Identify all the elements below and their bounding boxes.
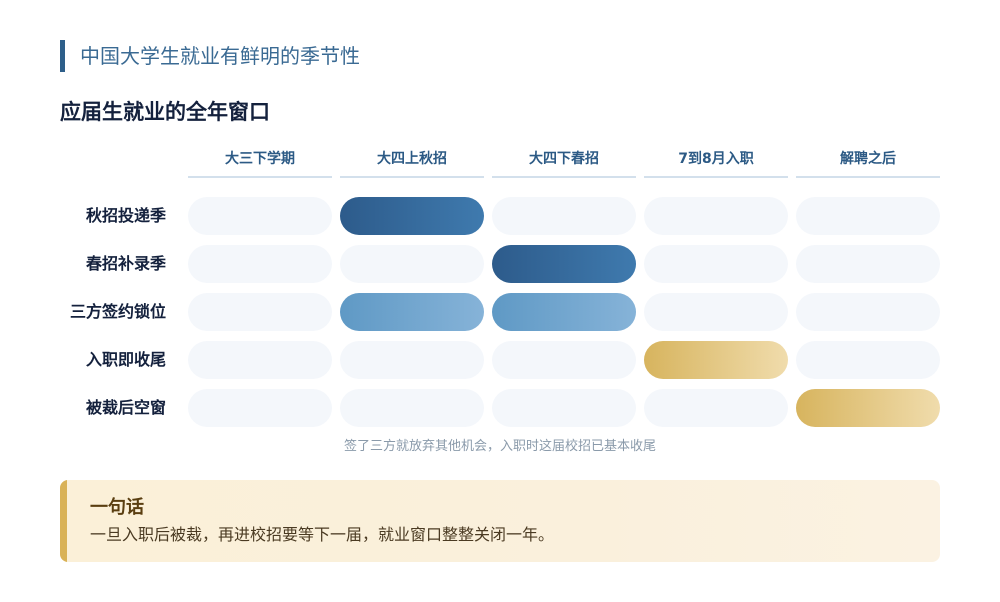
callout-text: 一旦入职后被裁，再进校招要等下一届，就业窗口整整关闭一年。: [90, 525, 555, 544]
timeline-cell-empty: [644, 245, 788, 283]
summary-callout: 一句话 一旦入职后被裁，再进校招要等下一届，就业窗口整整关闭一年。: [60, 480, 940, 562]
timeline-cell-empty: [188, 293, 332, 331]
row-label: 秋招投递季: [85, 206, 166, 225]
page-title: 中国大学生就业有鲜明的季节性: [80, 44, 360, 68]
title-accent-bar: [60, 40, 65, 72]
timeline-cell-light: [340, 293, 484, 331]
timeline-cell-empty: [492, 341, 636, 379]
timeline-cell-empty: [340, 389, 484, 427]
timeline-cell-empty: [188, 389, 332, 427]
column-header: 7到8月入职: [644, 148, 788, 178]
callout-accent-bar: [60, 480, 67, 562]
timeline-cell-empty: [644, 197, 788, 235]
diagram-title: 应届生就业的全年窗口: [60, 100, 270, 124]
timeline-cell-empty: [188, 197, 332, 235]
callout-title: 一句话: [90, 497, 144, 518]
timeline-cell-empty: [340, 245, 484, 283]
row-label: 三方签约锁位: [69, 302, 166, 321]
timeline-cell-dark: [340, 197, 484, 235]
column-header: 解聘之后: [796, 148, 940, 178]
timeline-cell-empty: [796, 341, 940, 379]
timeline-cell-empty: [492, 197, 636, 235]
row-label: 入职即收尾: [85, 350, 166, 369]
timeline-cell-empty: [188, 245, 332, 283]
timeline-cell-empty: [644, 389, 788, 427]
row-label: 被裁后空窗: [85, 398, 166, 417]
timeline-cell-light: [492, 293, 636, 331]
timeline-cell-empty: [644, 293, 788, 331]
timeline-cell-empty: [796, 293, 940, 331]
column-header: 大四上秋招: [340, 148, 484, 178]
timeline-cell-gold: [796, 389, 940, 427]
column-header: 大四下春招: [492, 148, 636, 178]
timeline-cell-dark: [492, 245, 636, 283]
timeline-cell-gold: [644, 341, 788, 379]
row-label: 春招补录季: [85, 254, 166, 273]
column-header: 大三下学期: [188, 148, 332, 178]
diagram-note: 签了三方就放弃其他机会，入职时这届校招已基本收尾: [343, 439, 656, 454]
timeline-cell-empty: [796, 197, 940, 235]
timeline-cell-empty: [340, 341, 484, 379]
timeline-cell-empty: [492, 389, 636, 427]
timeline-cell-empty: [796, 245, 940, 283]
timeline-cell-empty: [188, 341, 332, 379]
